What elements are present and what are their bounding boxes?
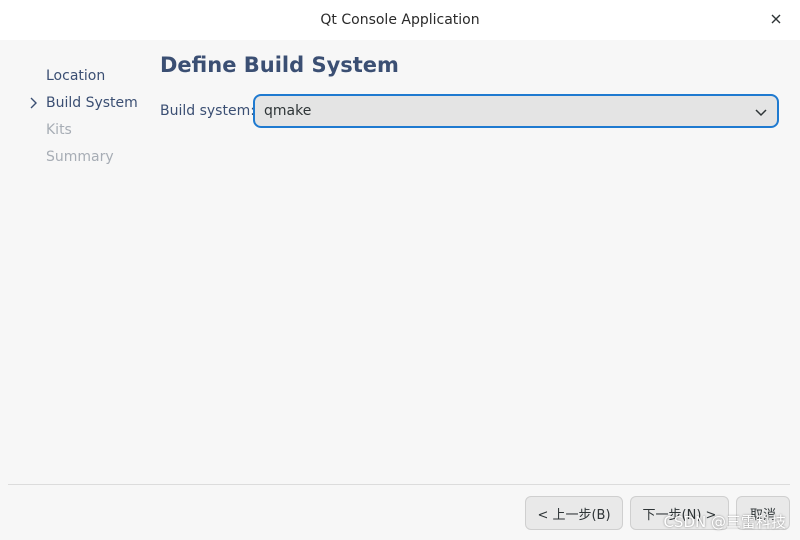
step-label: Location	[46, 68, 106, 84]
step-label: Kits	[46, 122, 72, 138]
step-kits: Kits	[28, 118, 148, 145]
footer-divider	[8, 484, 790, 485]
cancel-button[interactable]: 取消	[736, 496, 790, 530]
page-title: Define Build System	[160, 53, 399, 77]
close-icon[interactable]	[766, 9, 786, 29]
chevron-down-icon	[753, 104, 769, 120]
step-label: Summary	[46, 149, 114, 165]
step-label: Build System	[46, 95, 138, 111]
back-button[interactable]: < 上一步(B)	[525, 496, 623, 530]
title-bar: Qt Console Application	[0, 0, 800, 40]
step-summary: Summary	[28, 145, 148, 172]
build-system-value: qmake	[264, 103, 312, 119]
chevron-right-icon	[28, 95, 40, 111]
step-build-system: Build System	[28, 91, 148, 118]
main-panel: Define Build System Build system: qmake	[160, 50, 784, 128]
build-system-select[interactable]: qmake	[253, 94, 779, 128]
window-title: Qt Console Application	[320, 12, 480, 28]
step-location: Location	[28, 64, 148, 91]
next-button[interactable]: 下一步(N) >	[630, 496, 729, 530]
wizard-steps: Location Build System Kits Summary	[28, 64, 148, 172]
build-system-label: Build system:	[160, 103, 255, 119]
build-system-row: Build system: qmake	[160, 94, 784, 132]
